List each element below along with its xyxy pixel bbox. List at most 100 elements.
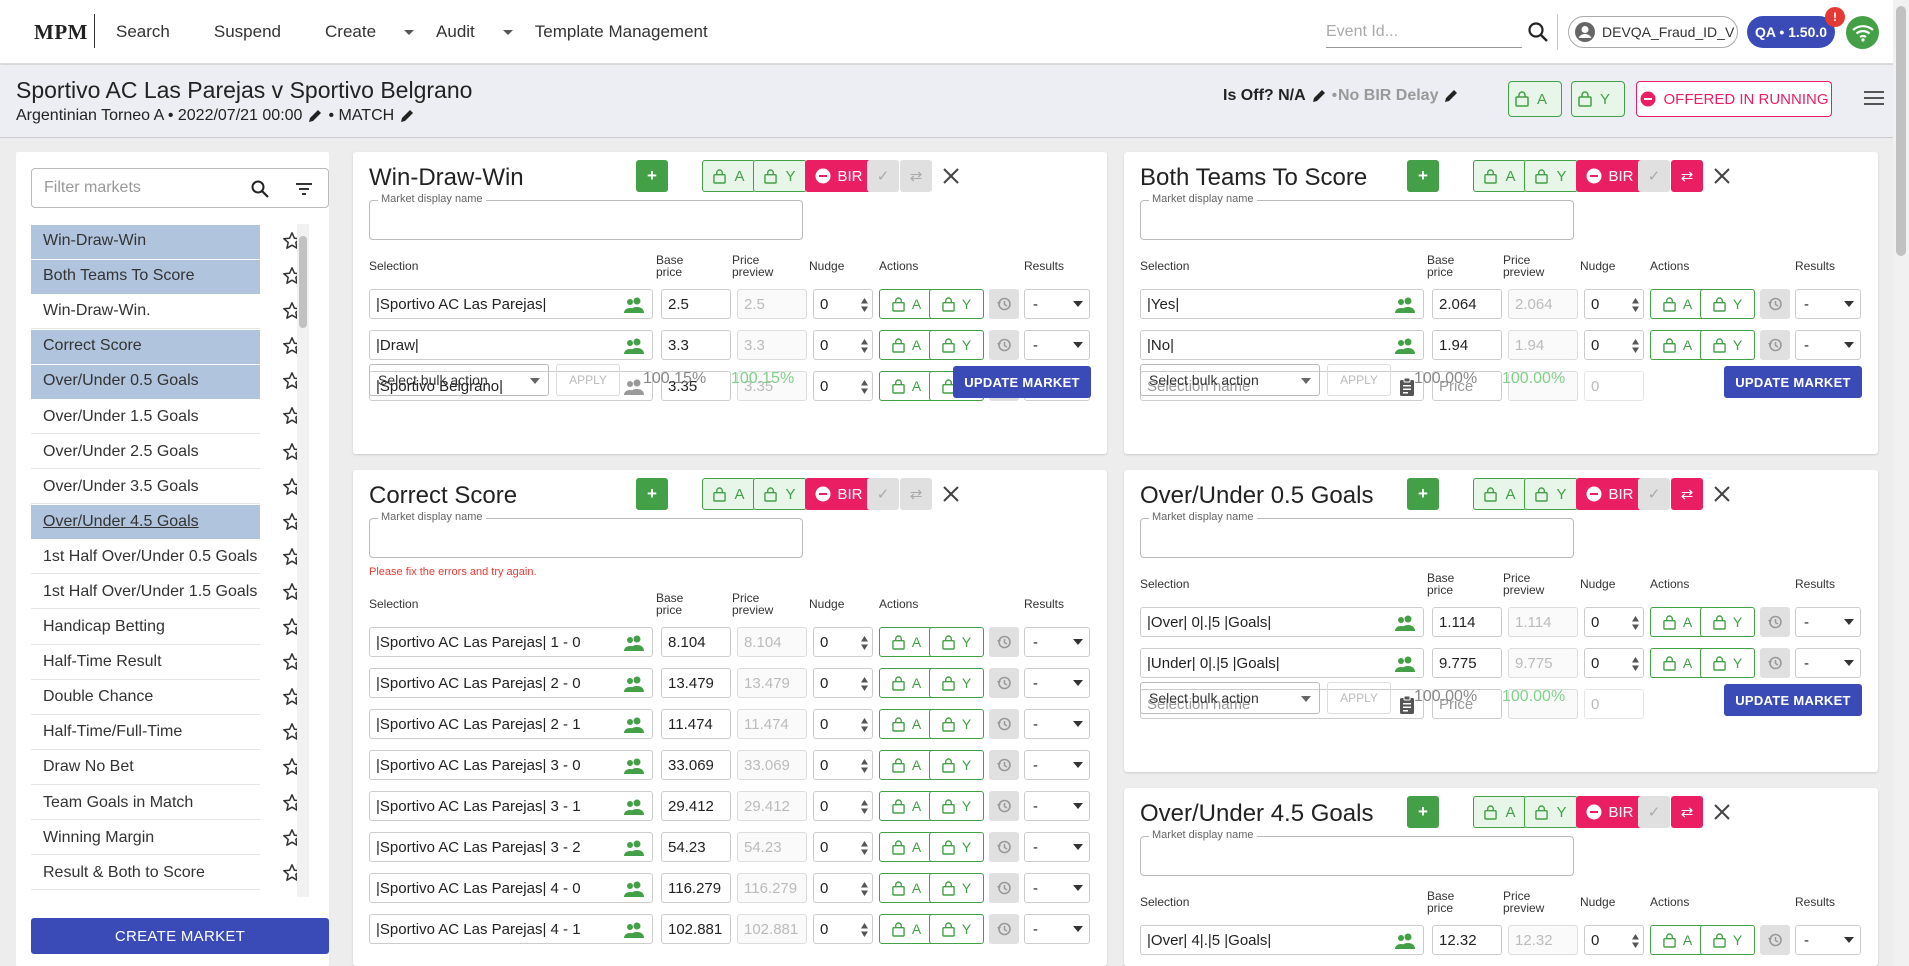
filter-markets-input[interactable] bbox=[44, 179, 224, 197]
result-select[interactable]: - bbox=[1024, 330, 1090, 360]
create-market-button[interactable]: CREATE MARKET bbox=[31, 918, 329, 954]
bir-toggle-button[interactable]: BIR bbox=[805, 160, 873, 192]
selection-name-field[interactable]: |Sportivo AC Las Parejas| 3 - 1 bbox=[369, 791, 653, 821]
nudge-stepper[interactable]: 0 bbox=[813, 791, 873, 821]
market-list-item[interactable]: Draw No Bet bbox=[31, 750, 321, 785]
market-list-item[interactable]: Handicap Betting bbox=[31, 610, 321, 645]
nudge-stepper[interactable]: 0 bbox=[1584, 330, 1644, 360]
selection-name-field[interactable]: |No| bbox=[1140, 330, 1424, 360]
selection-lock-y-button[interactable]: Y bbox=[1700, 607, 1755, 637]
market-list-item[interactable]: To Win Both Halves bbox=[31, 891, 321, 897]
nav-template-management[interactable]: Template Management bbox=[535, 22, 730, 42]
base-price-field[interactable]: 9.775 bbox=[1432, 648, 1502, 678]
history-button[interactable] bbox=[989, 791, 1019, 821]
base-price-field[interactable]: 116.279 bbox=[661, 873, 731, 903]
selection-lock-y-button[interactable]: Y bbox=[929, 750, 984, 780]
swap-button[interactable]: ⇄ bbox=[900, 160, 932, 192]
selection-name-field[interactable]: |Sportivo AC Las Parejas| 4 - 1 bbox=[369, 914, 653, 944]
selection-name-field[interactable]: |Sportivo AC Las Parejas| 1 - 0 bbox=[369, 627, 653, 657]
history-button[interactable] bbox=[1760, 607, 1790, 637]
market-list-item[interactable]: Double Chance bbox=[31, 680, 321, 715]
confirm-button[interactable]: ✓ bbox=[1638, 796, 1670, 828]
search-icon[interactable] bbox=[1526, 20, 1550, 44]
stepper-arrows-icon[interactable] bbox=[861, 759, 868, 773]
market-list-item[interactable]: Result & Both to Score bbox=[31, 856, 321, 891]
market-list-item[interactable]: Over/Under 2.5 Goals bbox=[31, 435, 321, 470]
people-icon[interactable] bbox=[1394, 932, 1416, 950]
stepper-arrows-icon[interactable] bbox=[1632, 934, 1639, 948]
selection-lock-a-button[interactable]: A bbox=[879, 289, 934, 319]
market-lock-y-button[interactable]: Y bbox=[753, 160, 807, 192]
bulk-action-select[interactable]: Select bulk action bbox=[1140, 682, 1320, 714]
selection-name-field[interactable]: |Sportivo AC Las Parejas| 2 - 1 bbox=[369, 709, 653, 739]
market-display-name-field[interactable]: Market display name bbox=[1140, 511, 1574, 558]
result-select[interactable]: - bbox=[1024, 289, 1090, 319]
history-button[interactable] bbox=[1760, 330, 1790, 360]
apply-bulk-button[interactable]: APPLY bbox=[556, 364, 620, 396]
confirm-button[interactable]: ✓ bbox=[1638, 478, 1670, 510]
people-icon[interactable] bbox=[1394, 655, 1416, 673]
offered-in-running-button[interactable]: OFFERED IN RUNNING bbox=[1636, 81, 1832, 117]
environment-badge[interactable]: QA • 1.50.0 bbox=[1747, 16, 1835, 48]
selection-lock-y-button[interactable]: Y bbox=[929, 289, 984, 319]
bir-toggle-button[interactable]: BIR bbox=[805, 478, 873, 510]
event-lock-a-button[interactable]: A bbox=[1508, 81, 1562, 117]
selection-name-field[interactable]: |Sportivo AC Las Parejas| 3 - 0 bbox=[369, 750, 653, 780]
market-display-name-field[interactable]: Market display name bbox=[1140, 193, 1574, 240]
result-select[interactable]: - bbox=[1024, 627, 1090, 657]
apply-bulk-button[interactable]: APPLY bbox=[1327, 682, 1391, 714]
base-price-field[interactable]: 29.412 bbox=[661, 791, 731, 821]
edit-is-off-pencil-icon[interactable] bbox=[1311, 88, 1327, 104]
people-icon[interactable] bbox=[1394, 296, 1416, 314]
history-button[interactable] bbox=[989, 627, 1019, 657]
stepper-arrows-icon[interactable] bbox=[861, 677, 868, 691]
update-market-button[interactable]: UPDATE MARKET bbox=[1724, 684, 1862, 716]
nudge-stepper[interactable]: 0 bbox=[813, 668, 873, 698]
nudge-stepper[interactable]: 0 bbox=[813, 289, 873, 319]
bir-toggle-button[interactable]: BIR bbox=[1576, 478, 1644, 510]
result-select[interactable]: - bbox=[1795, 648, 1861, 678]
base-price-field[interactable]: 12.32 bbox=[1432, 925, 1502, 955]
selection-name-field[interactable]: |Over| 0|.|5 |Goals| bbox=[1140, 607, 1424, 637]
market-lock-a-button[interactable]: A bbox=[1473, 796, 1527, 828]
market-list-item[interactable]: Both Teams To Score bbox=[31, 259, 321, 294]
bir-toggle-button[interactable]: BIR bbox=[1576, 796, 1644, 828]
people-icon[interactable] bbox=[623, 378, 645, 396]
alert-badge[interactable]: ! bbox=[1825, 7, 1845, 27]
nudge-stepper[interactable]: 0 bbox=[813, 914, 873, 944]
close-icon[interactable] bbox=[1711, 165, 1733, 187]
stepper-arrows-icon[interactable] bbox=[861, 800, 868, 814]
people-icon[interactable] bbox=[623, 921, 645, 939]
market-list-item[interactable]: Over/Under 4.5 Goals bbox=[31, 505, 321, 540]
result-select[interactable]: - bbox=[1024, 750, 1090, 780]
result-select[interactable]: - bbox=[1795, 925, 1861, 955]
history-button[interactable] bbox=[989, 668, 1019, 698]
stepper-arrows-icon[interactable] bbox=[1632, 657, 1639, 671]
selection-lock-y-button[interactable]: Y bbox=[1700, 648, 1755, 678]
history-button[interactable] bbox=[989, 832, 1019, 862]
event-lock-y-button[interactable]: Y bbox=[1571, 81, 1625, 117]
close-icon[interactable] bbox=[1711, 483, 1733, 505]
market-lock-a-button[interactable]: A bbox=[702, 478, 756, 510]
market-lock-y-button[interactable]: Y bbox=[1524, 160, 1578, 192]
selection-name-field[interactable]: |Sportivo AC Las Parejas| 2 - 0 bbox=[369, 668, 653, 698]
people-icon[interactable] bbox=[623, 798, 645, 816]
selection-lock-y-button[interactable]: Y bbox=[1700, 289, 1755, 319]
add-selection-button[interactable]: + bbox=[636, 160, 668, 192]
bulk-action-select[interactable]: Select bulk action bbox=[369, 364, 549, 396]
history-button[interactable] bbox=[989, 289, 1019, 319]
selection-lock-y-button[interactable]: Y bbox=[929, 832, 984, 862]
base-price-field[interactable]: 1.114 bbox=[1432, 607, 1502, 637]
people-icon[interactable] bbox=[623, 634, 645, 652]
stepper-arrows-icon[interactable] bbox=[861, 636, 868, 650]
market-display-name-field[interactable]: Market display name bbox=[369, 511, 803, 558]
people-icon[interactable] bbox=[623, 757, 645, 775]
stepper-arrows-icon[interactable] bbox=[861, 298, 868, 312]
market-list-item[interactable]: Win-Draw-Win bbox=[31, 224, 321, 259]
nudge-stepper[interactable]: 0 bbox=[813, 627, 873, 657]
history-button[interactable] bbox=[1760, 925, 1790, 955]
market-list-item[interactable]: Correct Score bbox=[31, 329, 321, 364]
stepper-arrows-icon[interactable] bbox=[861, 923, 868, 937]
market-list-item[interactable]: Over/Under 3.5 Goals bbox=[31, 470, 321, 505]
market-list-item[interactable]: Half-Time/Full-Time bbox=[31, 715, 321, 750]
